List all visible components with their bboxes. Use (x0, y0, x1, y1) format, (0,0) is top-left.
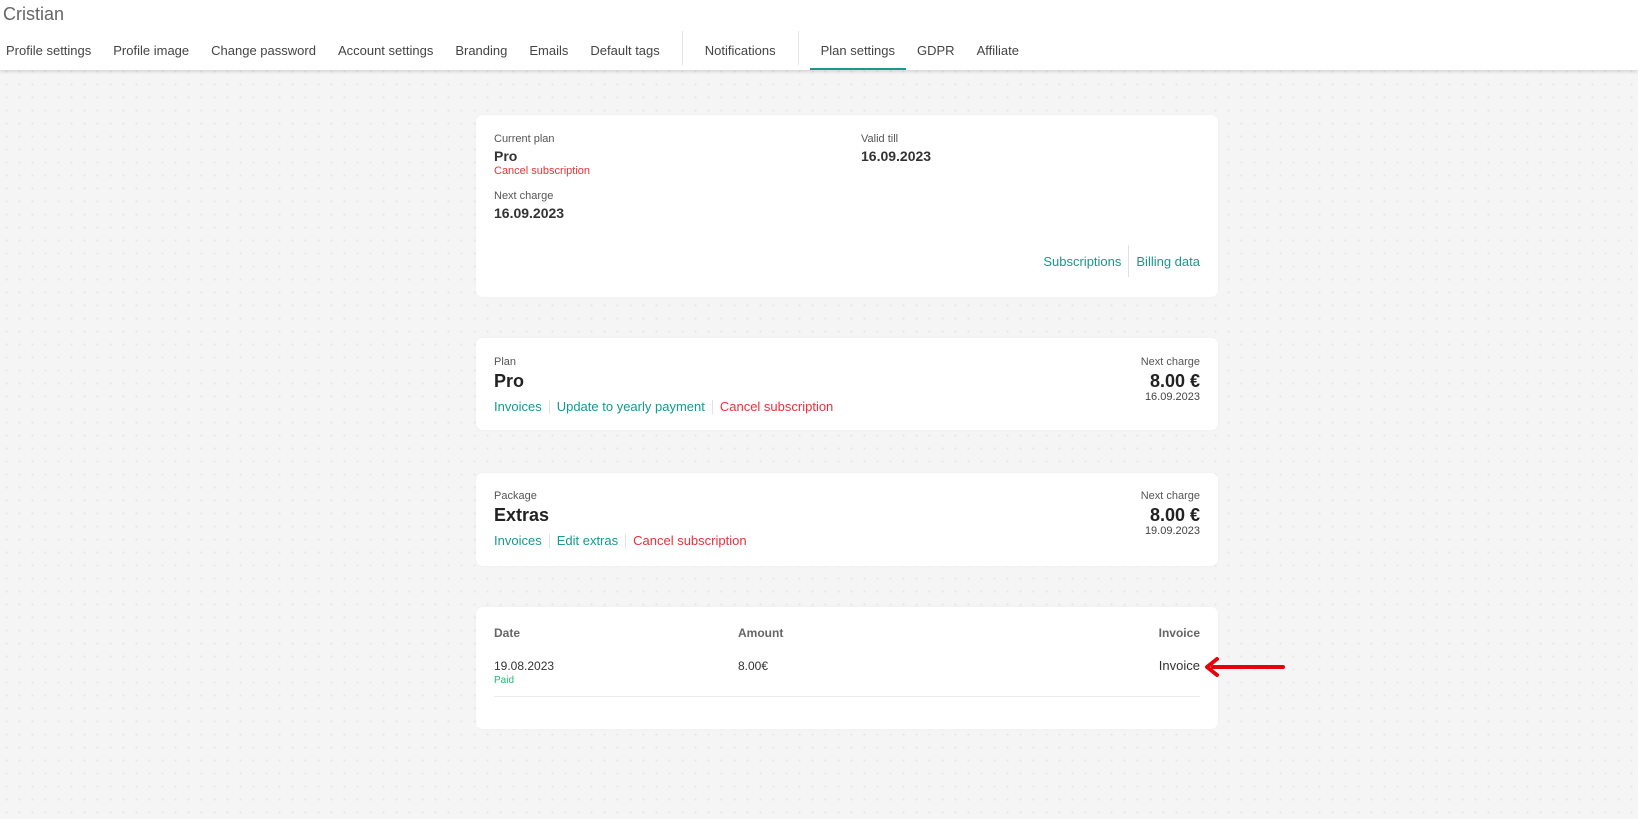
current-plan-label: Current plan (494, 133, 555, 145)
subscriptions-link[interactable]: Subscriptions (1043, 254, 1121, 269)
current-plan-value: Pro (494, 148, 518, 164)
column-header-invoice: Invoice (1158, 626, 1200, 640)
settings-tabs: Profile settings Profile image Change pa… (0, 30, 1030, 70)
next-charge-label: Next charge (1140, 490, 1200, 502)
link-divider (711, 399, 713, 414)
status-badge: Paid (494, 675, 515, 686)
plan-card: Plan Pro Invoices Update to yearly payme… (476, 338, 1218, 430)
plan-cancel-subscription-link[interactable]: Cancel subscription (720, 399, 833, 414)
tab-default-tags[interactable]: Default tags (579, 30, 670, 70)
summary-links: Subscriptions Billing data (1043, 245, 1200, 277)
tab-change-password[interactable]: Change password (200, 30, 327, 70)
plan-label: Plan (494, 356, 517, 368)
row-divider (494, 696, 1200, 697)
next-charge-value: 16.09.2023 (494, 205, 565, 221)
next-charge-amount: 8.00 € (1149, 505, 1200, 525)
valid-till-value: 16.09.2023 (861, 148, 932, 164)
tab-profile-settings[interactable]: Profile settings (0, 30, 102, 70)
plan-name: Pro (494, 371, 525, 391)
tab-notifications[interactable]: Notifications (694, 30, 787, 70)
next-charge-label: Next charge (1140, 356, 1200, 368)
package-next-charge: Next charge 8.00 € 19.09.2023 (1141, 490, 1200, 537)
annotation-arrow-icon (1205, 657, 1285, 677)
tab-profile-image[interactable]: Profile image (102, 30, 200, 70)
user-name: Cristian (3, 4, 65, 24)
package-label: Package (494, 490, 537, 502)
package-card: Package Extras Invoices Edit extras Canc… (476, 473, 1218, 566)
tab-gdpr[interactable]: GDPR (906, 30, 966, 70)
package-cancel-subscription-link[interactable]: Cancel subscription (633, 533, 746, 548)
invoice-link[interactable]: Invoice (1159, 658, 1200, 673)
top-header: Cristian Profile settings Profile image … (0, 0, 1638, 70)
tab-plan-settings[interactable]: Plan settings (809, 30, 907, 70)
invoices-table-card: Date Amount Invoice 19.08.2023 Paid 8.00… (476, 607, 1218, 729)
tab-emails[interactable]: Emails (518, 30, 579, 70)
row-date: 19.08.2023 (494, 659, 555, 673)
tab-divider (681, 31, 683, 65)
plan-invoices-link[interactable]: Invoices (494, 399, 542, 414)
next-charge-amount: 8.00 € (1149, 371, 1200, 391)
next-charge-label: Next charge (494, 190, 554, 202)
tab-branding[interactable]: Branding (444, 30, 518, 70)
link-divider (548, 533, 550, 548)
plan-summary-card: Current plan Pro Cancel subscription Nex… (476, 115, 1218, 297)
link-divider (1128, 245, 1130, 277)
tab-divider (797, 31, 799, 65)
edit-extras-link[interactable]: Edit extras (557, 533, 618, 548)
next-charge-date: 16.09.2023 (1144, 391, 1200, 403)
package-name: Extras (494, 505, 550, 525)
package-invoices-link[interactable]: Invoices (494, 533, 542, 548)
cancel-subscription-link[interactable]: Cancel subscription (494, 165, 590, 177)
link-divider (548, 399, 550, 414)
row-amount: 8.00€ (738, 659, 769, 673)
column-header-date: Date (494, 626, 521, 640)
valid-till-label: Valid till (861, 133, 899, 145)
link-divider (625, 533, 627, 548)
column-header-amount: Amount (738, 626, 784, 640)
next-charge-date: 19.09.2023 (1144, 525, 1200, 537)
tab-account-settings[interactable]: Account settings (327, 30, 444, 70)
billing-data-link[interactable]: Billing data (1136, 254, 1200, 269)
update-yearly-link[interactable]: Update to yearly payment (557, 399, 705, 414)
tab-affiliate[interactable]: Affiliate (966, 30, 1030, 70)
plan-next-charge: Next charge 8.00 € 16.09.2023 (1141, 356, 1200, 403)
